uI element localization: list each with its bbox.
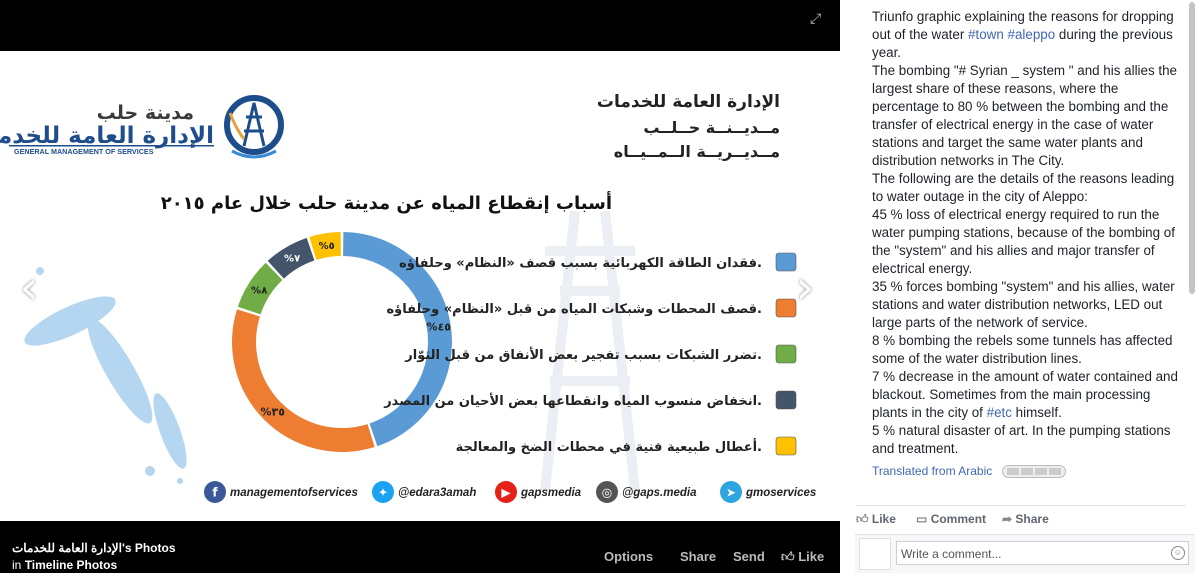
thumbs-up-icon: 👍︎: [781, 549, 795, 564]
post-share-button[interactable]: ➦ Share: [1002, 512, 1049, 526]
hashtag-link[interactable]: #town: [968, 27, 1004, 42]
twitter-icon: ✦: [372, 481, 394, 503]
slice-value-label: %٤٥: [427, 321, 452, 334]
legend-swatch: [775, 344, 797, 364]
hashtag-link[interactable]: #aleppo: [1008, 27, 1056, 42]
comment-input[interactable]: Write a comment...: [896, 541, 1189, 565]
divider: [856, 505, 1186, 506]
avatar: [859, 538, 891, 570]
viewer-footer: الإدارة العامة للخدمات's Photos in Timel…: [0, 522, 840, 573]
sidebar: Triunfo graphic explaining the reasons f…: [840, 0, 1197, 573]
social-handle: @edara3amah: [398, 487, 476, 499]
comment-box: Write a comment... ☺: [855, 534, 1195, 573]
logo-city: مدينة حلب: [97, 102, 194, 124]
previous-photo-icon[interactable]: ‹: [14, 262, 44, 312]
legend-label: تضرر الشبكات بسبب تفجير بعض الأنفاق من ق…: [404, 346, 762, 363]
slice-value-label: %٣٥: [260, 405, 285, 418]
share-arrow-icon: ➦: [1002, 512, 1013, 526]
youtube-icon: ▶: [495, 481, 517, 503]
like-label: Like: [798, 549, 825, 564]
album-in-label: in: [12, 558, 22, 572]
expand-icon[interactable]: ⤢: [810, 10, 826, 26]
legend-swatch: [775, 436, 797, 456]
svg-text:▶: ▶: [501, 486, 511, 500]
send-button[interactable]: Send: [733, 549, 765, 564]
instagram-icon: ◎: [596, 481, 618, 503]
album-owner-link[interactable]: الإدارة العامة للخدمات's Photos: [12, 541, 176, 555]
photo-viewer: ⤢ مدينة حلب الإدارة العامة للخدمات: [0, 0, 840, 573]
social-handle: @gaps.media: [622, 487, 697, 499]
header-line-2: مــديــنــة حــلــب: [643, 118, 780, 137]
post-caption: Triunfo graphic explaining the reasons f…: [872, 9, 1178, 456]
post-like-label: Like: [871, 512, 896, 526]
post-share-label: Share: [1015, 512, 1049, 526]
chart-title: أسباب إنقطاع المياه عن مدينة حلب خلال عا…: [161, 191, 612, 214]
logo-title-en: GENERAL MANAGEMENT OF SERVICES: [14, 147, 154, 156]
svg-text:◎: ◎: [602, 486, 612, 500]
album-name-link[interactable]: Timeline Photos: [25, 558, 117, 572]
translated-link[interactable]: Translated from Arabic: [872, 464, 992, 478]
next-photo-icon[interactable]: ›: [790, 262, 820, 312]
post-comment-label: Comment: [930, 512, 987, 526]
photo-slide: مدينة حلب الإدارة العامة للخدمات GENERAL…: [0, 51, 840, 521]
logo: مدينة حلب الإدارة العامة للخدمات GENERAL…: [0, 95, 284, 159]
emoji-icon[interactable]: ☺: [1171, 546, 1185, 560]
share-button[interactable]: Share: [680, 549, 716, 564]
album-subtitle: in Timeline Photos: [12, 558, 117, 572]
post-comment-button[interactable]: ▭ Comment: [916, 512, 986, 526]
legend-label: فقدان الطاقة الكهربائية بسبب قصف «النظام…: [399, 256, 762, 271]
social-handle: managementofservices: [230, 487, 358, 499]
like-button[interactable]: 👍︎ Like: [781, 549, 824, 565]
facebook-icon: f: [204, 481, 226, 503]
svg-text:f: f: [212, 486, 218, 500]
slice-value-label: %٧: [284, 254, 300, 265]
hashtag-link[interactable]: #etc: [987, 405, 1012, 420]
header-line-1: الإدارة العامة للخدمات: [597, 92, 780, 112]
social-handle: gmoservices: [745, 487, 816, 499]
donut-slice: [232, 309, 375, 452]
svg-text:✦: ✦: [378, 486, 388, 500]
scrollbar[interactable]: [1189, 2, 1195, 294]
water-splash: [24, 267, 187, 484]
slice-value-label: %٨: [251, 285, 267, 296]
social-handle: gapsmedia: [520, 487, 582, 499]
options-button[interactable]: Options: [604, 549, 653, 564]
translation-rating[interactable]: [1002, 465, 1066, 478]
telegram-icon: ➤: [720, 481, 742, 503]
chart-legend: فقدان الطاقة الكهربائية بسبب قصف «النظام…: [383, 252, 797, 456]
legend-label: انخفاض منسوب المياه وانقطاعها بعض الأحيا…: [383, 392, 762, 409]
legend-label: قصف المحطات وشبكات المياه من قبل «النظام…: [387, 302, 763, 317]
legend-label: أعطال طبيعية فنية في محطات الضخ والمعالج…: [456, 438, 762, 455]
comment-icon: ▭: [916, 512, 928, 526]
slice-value-label: %٥: [319, 241, 335, 252]
legend-swatch: [775, 390, 797, 410]
post-like-button[interactable]: 👍︎ Like: [856, 512, 896, 527]
header-line-3: مــديــريــة الــمــيــاه: [614, 142, 780, 161]
social-bar: f managementofservices ✦ @edara3amah ▶ gapsme…: [204, 481, 816, 503]
thumbs-up-icon: 👍︎: [856, 512, 869, 526]
svg-text:➤: ➤: [726, 486, 736, 500]
